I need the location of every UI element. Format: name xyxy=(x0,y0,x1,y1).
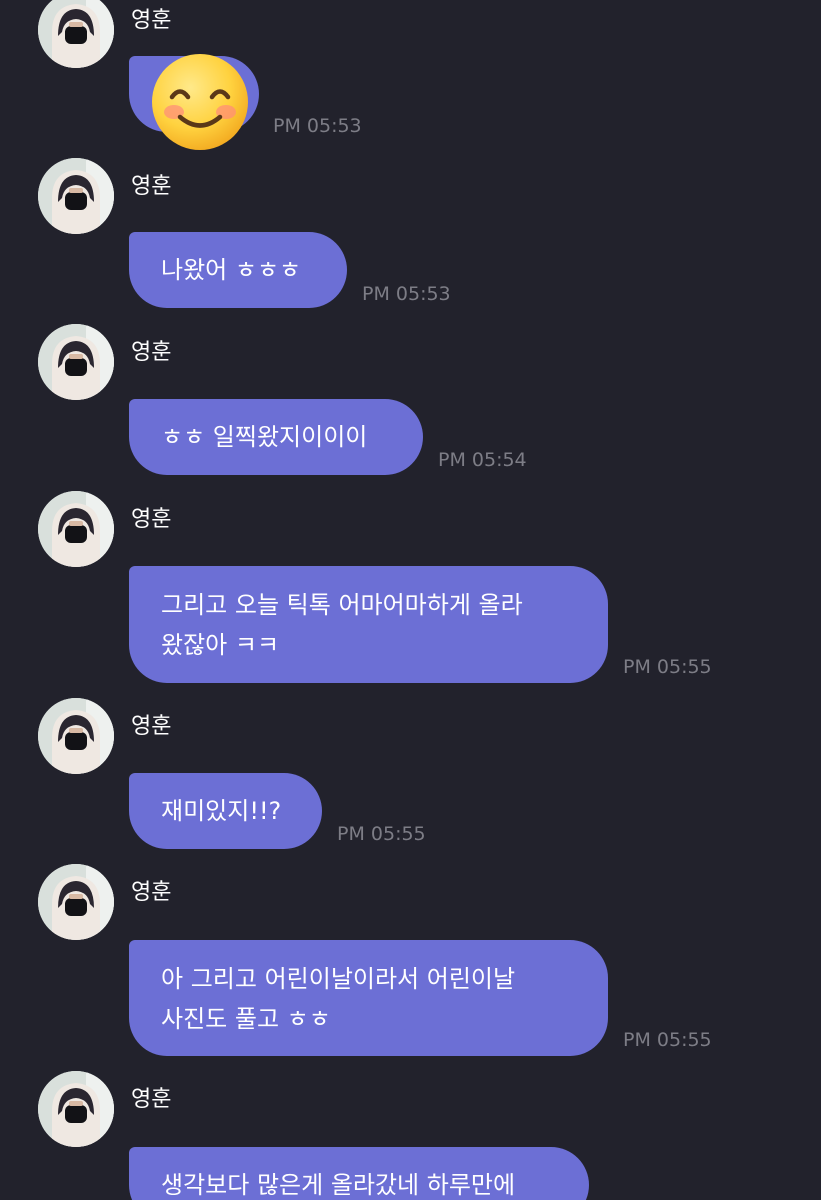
sender-name: 영훈 xyxy=(131,507,172,532)
message-text: ㅎㅎ 일찍왔지이이이 xyxy=(161,423,368,451)
message-text: 재미있지!!? xyxy=(161,797,282,825)
sender-name: 영훈 xyxy=(131,8,172,33)
sender-name: 영훈 xyxy=(131,174,172,199)
message-bubble[interactable]: 재미있지!!? xyxy=(129,773,322,849)
message-bubble[interactable]: 아 그리고 어린이날이라서 어린이날 사진도 풀고 ㅎㅎ xyxy=(129,940,608,1056)
sender-name: 영훈 xyxy=(131,1087,172,1112)
message-timestamp: PM 05:54 xyxy=(438,449,527,471)
avatar[interactable] xyxy=(38,1071,114,1147)
message-text-line: 아 그리고 어린이날이라서 어린이날 xyxy=(161,965,516,993)
avatar[interactable] xyxy=(38,698,114,774)
avatar[interactable] xyxy=(38,158,114,234)
message-timestamp: PM 05:55 xyxy=(623,1029,712,1051)
smiling-face-icon xyxy=(152,54,248,150)
avatar[interactable] xyxy=(38,0,114,68)
message-timestamp: PM 05:53 xyxy=(273,115,362,137)
message-text-line: 사진도 풀고 ㅎㅎ xyxy=(161,1005,331,1033)
avatar[interactable] xyxy=(38,491,114,567)
message-bubble[interactable]: 그리고 오늘 틱톡 어마어마하게 올라 왔잖아 ㅋㅋ xyxy=(129,566,608,683)
message-bubble[interactable]: 나왔어 ㅎㅎㅎ xyxy=(129,232,347,308)
sender-name: 영훈 xyxy=(131,340,172,365)
message-timestamp: PM 05:55 xyxy=(623,656,712,678)
message-text-line: 그리고 오늘 틱톡 어마어마하게 올라 xyxy=(161,591,523,619)
avatar[interactable] xyxy=(38,864,114,940)
message-timestamp: PM 05:53 xyxy=(362,283,451,305)
message-text: 생각보다 많은게 올라갔네 하루만에 xyxy=(161,1171,516,1199)
message-timestamp: PM 05:55 xyxy=(337,823,426,845)
chat-thread[interactable]: 영훈 PM 05:53 영훈 나왔어 ㅎㅎㅎ PM 05:53 영훈 ㅎㅎ 일찍… xyxy=(0,0,821,1200)
sender-name: 영훈 xyxy=(131,714,172,739)
message-bubble[interactable]: ㅎㅎ 일찍왔지이이이 xyxy=(129,399,423,475)
sender-name: 영훈 xyxy=(131,880,172,905)
message-bubble[interactable]: 생각보다 많은게 올라갔네 하루만에 xyxy=(129,1147,589,1200)
message-text-line: 왔잖아 ㅋㅋ xyxy=(161,631,280,659)
message-text: 나왔어 ㅎㅎㅎ xyxy=(161,256,302,284)
avatar[interactable] xyxy=(38,324,114,400)
